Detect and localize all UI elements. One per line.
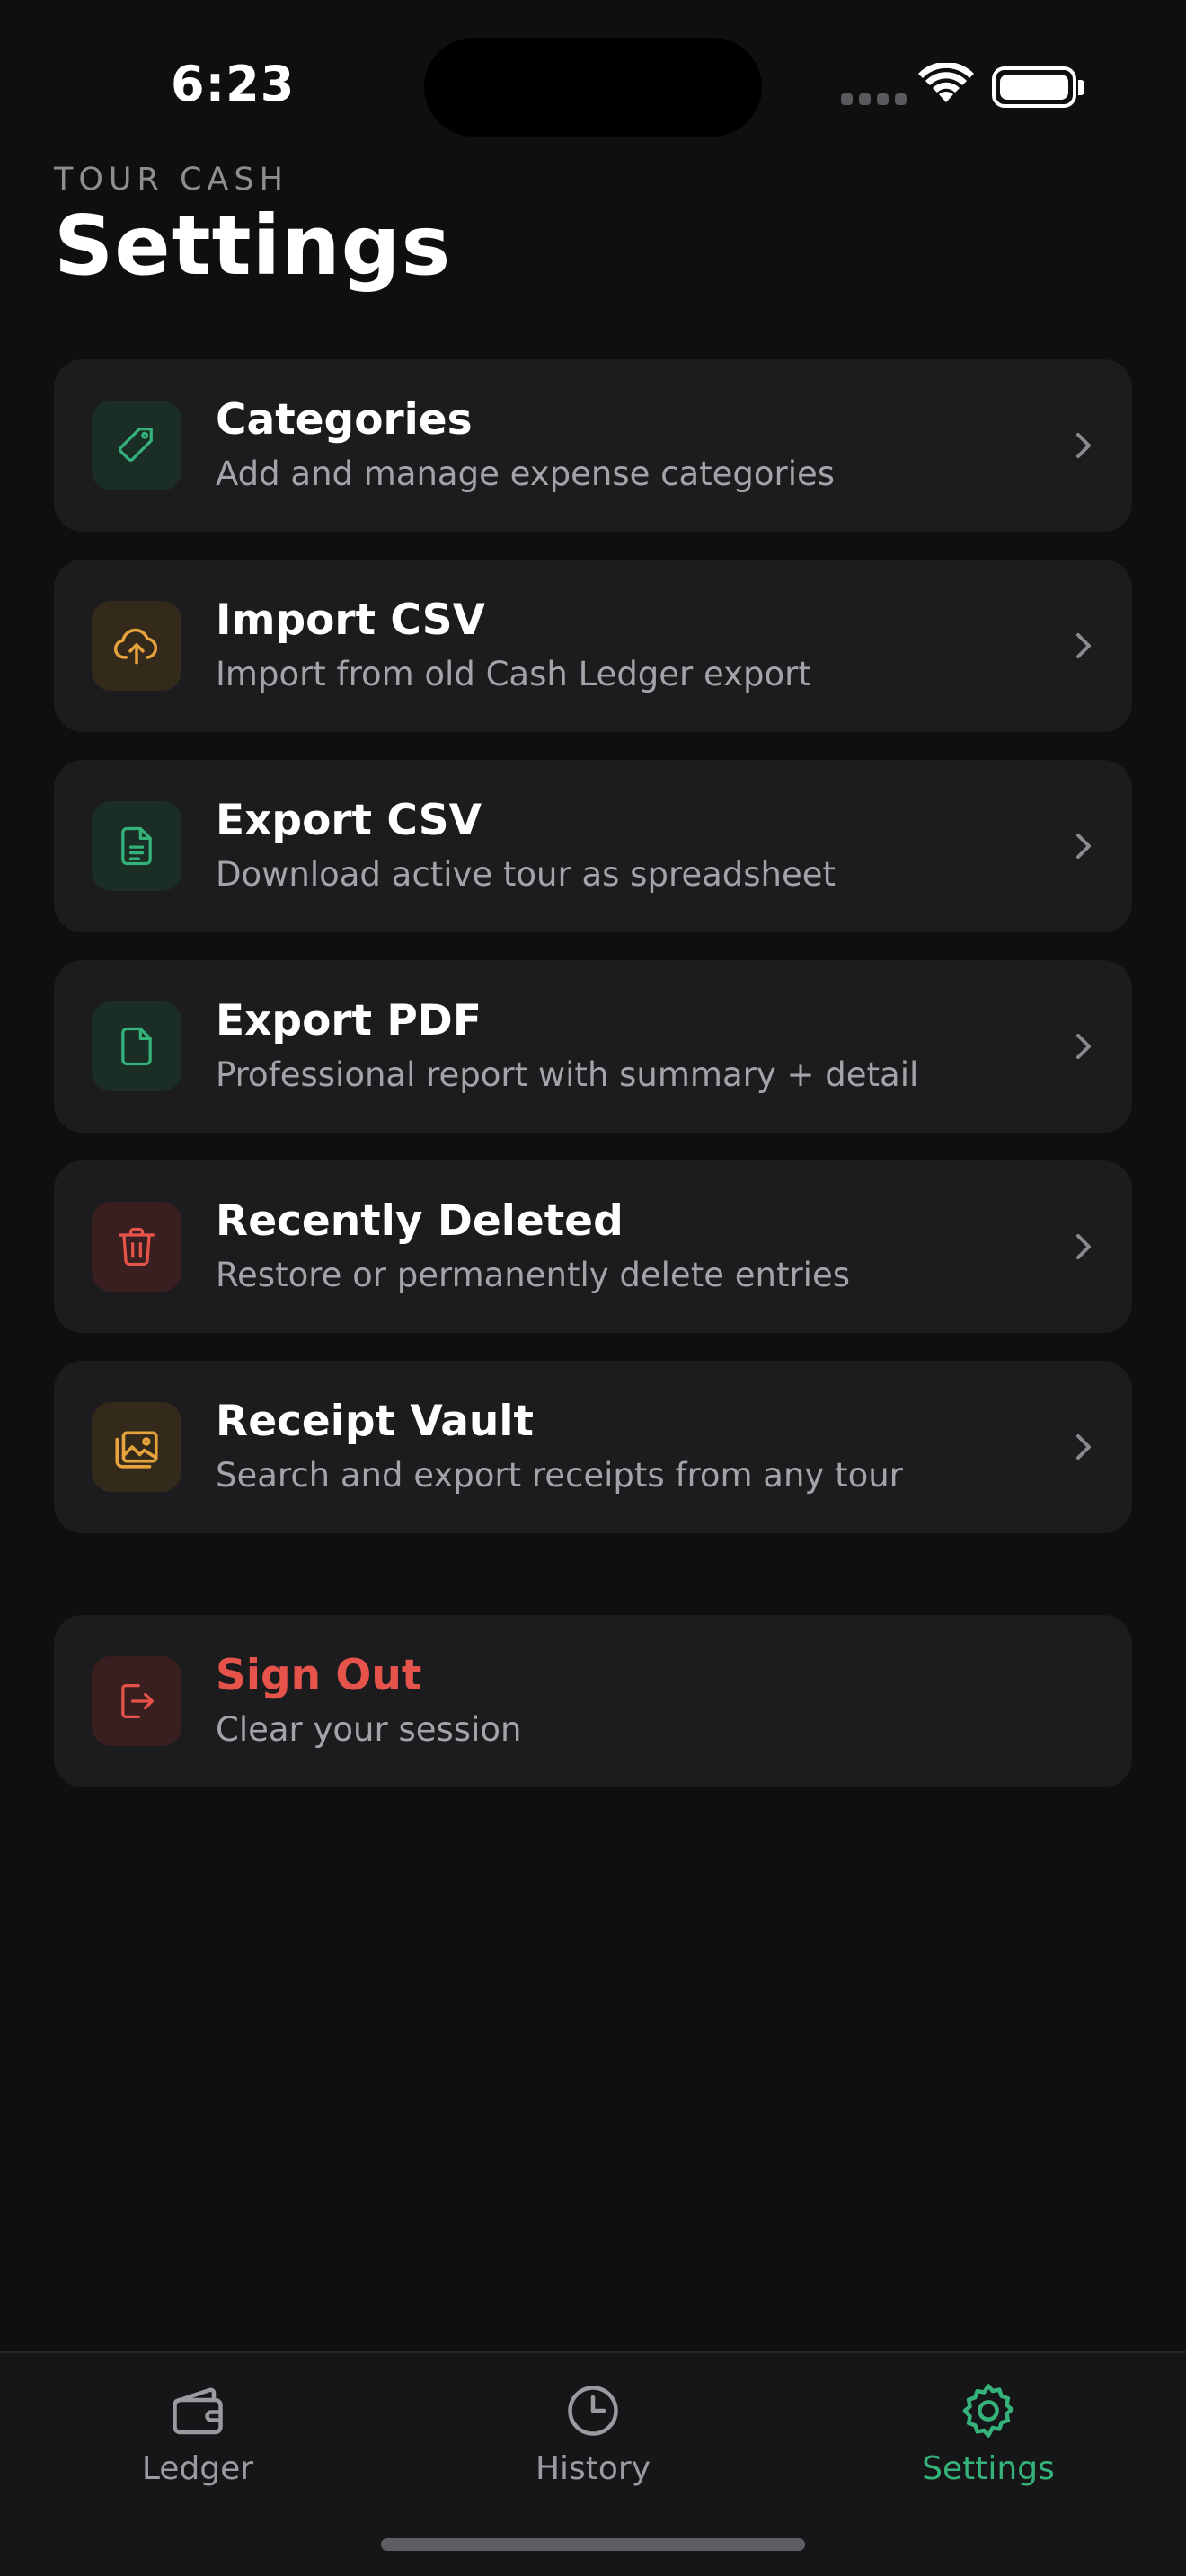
- settings-item-subtitle: Restore or permanently delete entries: [216, 1256, 850, 1294]
- file-text-icon: [92, 801, 181, 891]
- battery-icon: [992, 66, 1084, 108]
- settings-item-receipt-vault[interactable]: Receipt Vault Search and export receipts…: [54, 1361, 1132, 1533]
- settings-item-subtitle: Download active tour as spreadsheet: [216, 855, 836, 894]
- tab-label: History: [535, 2450, 651, 2487]
- dynamic-island: [424, 38, 762, 137]
- settings-item-subtitle: Import from old Cash Ledger export: [216, 655, 811, 693]
- gear-icon: [962, 2384, 1014, 2438]
- wallet-icon: [173, 2387, 223, 2435]
- sign-out-button[interactable]: Sign Out Clear your session: [54, 1615, 1132, 1787]
- chevron-right-icon: [1076, 1034, 1091, 1059]
- page-title: Settings: [54, 198, 452, 294]
- images-icon: [92, 1402, 181, 1492]
- home-indicator: [381, 2538, 805, 2551]
- chevron-right-icon: [1076, 633, 1091, 658]
- sign-out-subtitle: Clear your session: [216, 1710, 522, 1749]
- settings-item-subtitle: Professional report with summary + detai…: [216, 1055, 919, 1094]
- tab-history[interactable]: History: [485, 2378, 701, 2513]
- tab-label: Ledger: [141, 2450, 254, 2487]
- tab-settings[interactable]: Settings: [881, 2378, 1096, 2513]
- app-name-eyebrow: TOUR CASH: [54, 162, 288, 198]
- settings-item-export-pdf[interactable]: Export PDF Professional report with summ…: [54, 960, 1132, 1133]
- settings-item-title: Recently Deleted: [216, 1196, 624, 1246]
- trash-icon: [92, 1202, 181, 1292]
- settings-item-subtitle: Search and export receipts from any tour: [216, 1456, 903, 1495]
- settings-item-title: Export CSV: [216, 796, 482, 845]
- settings-item-import-csv[interactable]: Import CSV Import from old Cash Ledger e…: [54, 560, 1132, 732]
- settings-item-subtitle: Add and manage expense categories: [216, 454, 836, 493]
- settings-item-title: Import CSV: [216, 595, 485, 645]
- tab-label: Settings: [922, 2450, 1055, 2487]
- settings-item-title: Categories: [216, 395, 473, 445]
- log-out-icon: [92, 1656, 181, 1746]
- file-icon: [92, 1001, 181, 1091]
- settings-item-categories[interactable]: Categories Add and manage expense catego…: [54, 359, 1132, 532]
- chevron-right-icon: [1076, 433, 1091, 458]
- clock-icon: [568, 2386, 618, 2436]
- status-bar: 6:23: [0, 0, 1186, 171]
- settings-item-recently-deleted[interactable]: Recently Deleted Restore or permanently …: [54, 1160, 1132, 1333]
- tab-ledger[interactable]: Ledger: [90, 2378, 305, 2513]
- settings-item-export-csv[interactable]: Export CSV Download active tour as sprea…: [54, 760, 1132, 932]
- chevron-right-icon: [1076, 1234, 1091, 1259]
- wifi-icon: [918, 63, 974, 102]
- status-time: 6:23: [171, 56, 296, 112]
- tag-icon: [92, 401, 181, 490]
- cloud-upload-icon: [92, 601, 181, 691]
- settings-item-title: Receipt Vault: [216, 1397, 534, 1446]
- cellular-signal-icon: [841, 93, 907, 105]
- chevron-right-icon: [1076, 834, 1091, 859]
- settings-item-title: Export PDF: [216, 996, 482, 1045]
- chevron-right-icon: [1076, 1434, 1091, 1460]
- sign-out-title: Sign Out: [216, 1651, 422, 1700]
